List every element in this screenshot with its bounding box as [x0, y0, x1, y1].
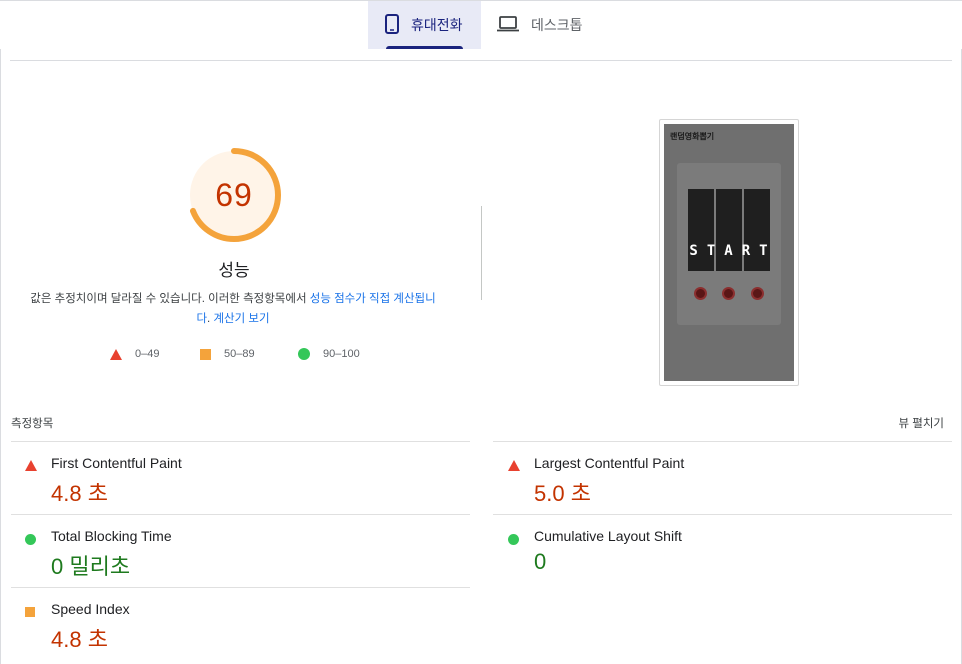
legend-item-pass: 90–100 [298, 348, 360, 360]
tab-selected-indicator [386, 46, 463, 49]
tab-mobile[interactable]: 휴대전화 [368, 1, 481, 49]
slot-knob [722, 287, 735, 300]
performance-label: 성능 [218, 261, 250, 280]
metric-value: 0 밀리초 [51, 554, 131, 579]
legend-item-average: 50–89 [200, 348, 255, 360]
slot-machine: START [677, 163, 781, 325]
performance-score: 69 [215, 176, 253, 213]
device-tabs: 휴대전화 데스크톱 [0, 0, 962, 49]
score-description: 값은 추정치이며 달라질 수 있습니다. 이러한 측정항목에서 성능 점수가 직… [28, 289, 438, 329]
triangle-icon [110, 348, 122, 360]
screenshot-title: 랜덤영화뽑기 [670, 132, 715, 141]
laptop-icon [497, 15, 519, 35]
metric-label: Largest Contentful Paint [534, 455, 685, 471]
average-square-icon [25, 607, 35, 617]
metric-value: 4.8 초 [51, 481, 108, 506]
screenshot-image: 랜덤영화뽑기 START [664, 124, 794, 381]
metric-value: 4.8 초 [51, 627, 108, 652]
square-icon [200, 348, 211, 360]
metric-label: Cumulative Layout Shift [534, 528, 682, 544]
metric-label: Speed Index [51, 601, 130, 617]
metric-divider [11, 441, 470, 442]
description-text: 값은 추정치이며 달라질 수 있습니다. 이러한 측정항목에서 [30, 293, 310, 305]
legend-range: 90–100 [323, 348, 360, 360]
metric-label: First Contentful Paint [51, 455, 182, 471]
page-screenshot-thumbnail[interactable]: 랜덤영화뽑기 START [659, 119, 799, 386]
metric-value: 0 [534, 549, 547, 574]
metric-divider [493, 514, 952, 515]
divider [10, 60, 952, 61]
slot-knob [751, 287, 764, 300]
smartphone-icon [385, 13, 399, 37]
metric-divider [493, 441, 952, 442]
slot-knob [694, 287, 707, 300]
calculator-link[interactable]: 계산기 보기 [213, 313, 269, 325]
circle-icon [298, 348, 310, 360]
start-text: START [689, 243, 777, 259]
tab-desktop-label: 데스크톱 [531, 17, 583, 33]
expand-view-button[interactable]: 뷰 펼치기 [898, 415, 944, 431]
pass-circle-icon [508, 534, 519, 545]
metric-value: 5.0 초 [534, 481, 591, 506]
metric-divider [11, 587, 470, 588]
legend-range: 0–49 [135, 348, 160, 360]
metrics-title: 측정항목 [11, 418, 54, 430]
metric-label: Total Blocking Time [51, 528, 172, 544]
fail-triangle-icon [25, 460, 37, 471]
metric-divider [11, 514, 470, 515]
tab-desktop[interactable]: 데스크톱 [497, 1, 607, 49]
legend-item-fail: 0–49 [110, 348, 159, 360]
performance-gauge[interactable]: 69 [185, 146, 283, 244]
tab-mobile-label: 휴대전화 [411, 17, 463, 33]
vertical-divider [481, 206, 482, 300]
pass-circle-icon [25, 534, 36, 545]
legend-range: 50–89 [224, 348, 255, 360]
fail-triangle-icon [508, 460, 520, 471]
panel-border-left [0, 49, 1, 664]
